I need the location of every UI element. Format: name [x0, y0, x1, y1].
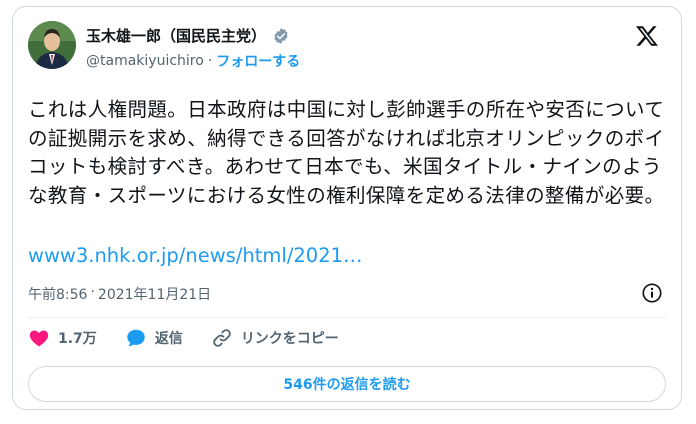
tweet-card: 玉木雄一郎（国民民主党） @tamakiyuichiro · フォローする これ… [12, 6, 682, 410]
tweet-time[interactable]: 午前8:56 [28, 284, 87, 304]
copy-link-button[interactable]: リンクをコピー [211, 327, 339, 349]
verified-icon [274, 27, 288, 44]
handle-separator: · [207, 53, 213, 69]
follow-button[interactable]: フォローする [216, 51, 300, 71]
tweet-text: これは人権問題。日本政府は中国に対し彭帥選手の所在や安否についての証拠開示を求め… [28, 98, 665, 207]
reply-label: 返信 [154, 331, 183, 347]
copy-link-label: リンクをコピー [240, 331, 339, 347]
like-button[interactable]: 1.7万 [28, 327, 97, 349]
timestamp-separator: · [90, 284, 95, 300]
link-icon [213, 329, 231, 347]
tweet-link[interactable]: www3.nhk.or.jp/news/html/2021… [28, 244, 363, 267]
reply-icon [127, 329, 145, 347]
tweet-timestamp[interactable]: 午前8:56 · 2021年11月21日 [28, 284, 211, 304]
action-bar: 1.7万 返信 リンクをコピー [28, 327, 367, 349]
read-replies-button[interactable]: 546件の返信を読む [28, 366, 666, 402]
x-logo-icon[interactable] [635, 24, 659, 48]
like-count: 1.7万 [58, 331, 97, 347]
author-name[interactable]: 玉木雄一郎（国民民主党） [86, 25, 266, 46]
avatar[interactable] [28, 21, 76, 69]
tweet-date[interactable]: 2021年11月21日 [98, 284, 211, 304]
reply-button[interactable]: 返信 [125, 327, 183, 349]
info-icon[interactable] [641, 282, 663, 304]
author-handle[interactable]: @tamakiyuichiro [86, 53, 204, 69]
divider [28, 317, 666, 318]
heart-icon [29, 330, 49, 347]
